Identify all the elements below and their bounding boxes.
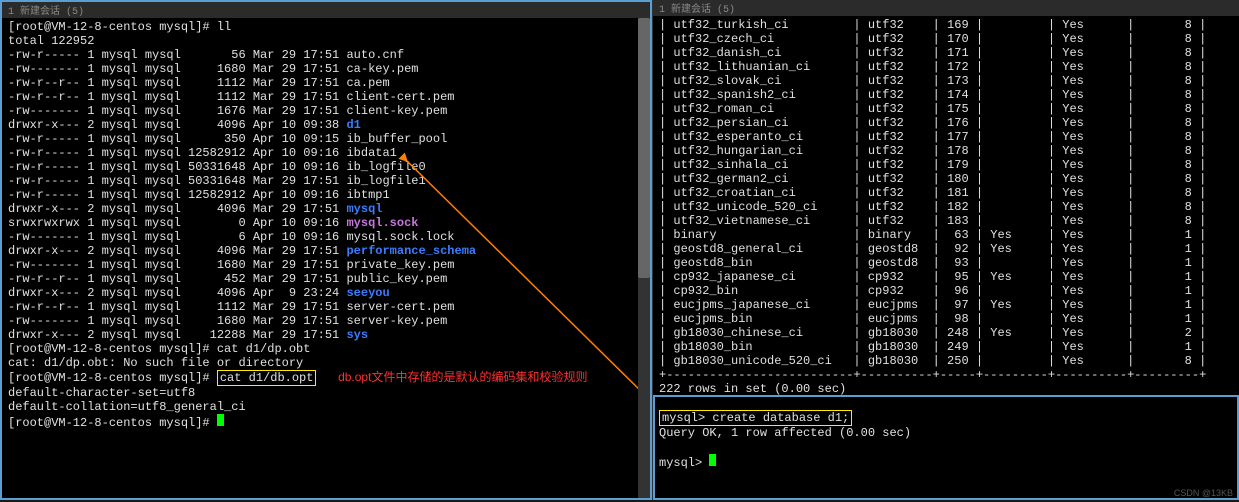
collation-row: | utf32_hungarian_ci | utf32 | 178 | | Y… [659, 144, 1233, 158]
collation-row: | cp932_japanese_ci | cp932 | 95 | Yes |… [659, 270, 1233, 284]
collation-row: | utf32_unicode_520_ci | utf32 | 182 | |… [659, 200, 1233, 214]
collation-row: | utf32_lithuanian_ci | utf32 | 172 | | … [659, 60, 1233, 74]
left-terminal-output[interactable]: [root@VM-12-8-centos mysql]# ll total 12… [2, 18, 650, 432]
collation-row: | gb18030_bin | gb18030 | 249 | | Yes | … [659, 340, 1233, 354]
collation-row: | geostd8_general_ci | geostd8 | 92 | Ye… [659, 242, 1233, 256]
right-terminal-output[interactable]: | utf32_turkish_ci | utf32 | 169 | | Yes… [653, 16, 1239, 472]
left-titlebar: 1 新建会话 (5) [2, 2, 650, 18]
collation-row: | utf32_slovak_ci | utf32 | 173 | | Yes … [659, 74, 1233, 88]
collation-row: | utf32_vietnamese_ci | utf32 | 183 | | … [659, 214, 1233, 228]
right-titlebar: 1 新建会话 (5) [653, 0, 1239, 16]
collation-row: | eucjpms_japanese_ci | eucjpms | 97 | Y… [659, 298, 1233, 312]
collation-row: | eucjpms_bin | eucjpms | 98 | | Yes | 1… [659, 312, 1233, 326]
collation-row: | utf32_german2_ci | utf32 | 180 | | Yes… [659, 172, 1233, 186]
collation-row: | binary | binary | 63 | Yes | Yes | 1 | [659, 228, 1233, 242]
collation-row: | utf32_czech_ci | utf32 | 170 | | Yes |… [659, 32, 1233, 46]
collation-row: | utf32_persian_ci | utf32 | 176 | | Yes… [659, 116, 1233, 130]
left-title: 1 新建会话 (5) [8, 2, 84, 18]
collation-row: | utf32_sinhala_ci | utf32 | 179 | | Yes… [659, 158, 1233, 172]
right-terminal-panel[interactable]: 1 新建会话 (5) | utf32_turkish_ci | utf32 | … [652, 0, 1239, 500]
collation-row: | utf32_croatian_ci | utf32 | 181 | | Ye… [659, 186, 1233, 200]
collation-row: | utf32_danish_ci | utf32 | 171 | | Yes … [659, 46, 1233, 60]
collation-row: | gb18030_chinese_ci | gb18030 | 248 | Y… [659, 326, 1233, 340]
left-terminal-panel[interactable]: 1 新建会话 (5) [root@VM-12-8-centos mysql]# … [0, 0, 652, 500]
left-scrollbar-thumb[interactable] [638, 18, 650, 278]
watermark: CSDN @13KB [1174, 488, 1233, 498]
right-title: 1 新建会话 (5) [659, 0, 735, 16]
collation-row: | geostd8_bin | geostd8 | 93 | | Yes | 1… [659, 256, 1233, 270]
collation-row: | utf32_roman_ci | utf32 | 175 | | Yes |… [659, 102, 1233, 116]
collation-row: | utf32_spanish2_ci | utf32 | 174 | | Ye… [659, 88, 1233, 102]
collation-row: | utf32_esperanto_ci | utf32 | 177 | | Y… [659, 130, 1233, 144]
collation-row: | cp932_bin | cp932 | 96 | | Yes | 1 | [659, 284, 1233, 298]
collation-row: | utf32_turkish_ci | utf32 | 169 | | Yes… [659, 18, 1233, 32]
left-scrollbar[interactable] [638, 18, 650, 498]
collation-row: | gb18030_unicode_520_ci | gb18030 | 250… [659, 354, 1233, 368]
